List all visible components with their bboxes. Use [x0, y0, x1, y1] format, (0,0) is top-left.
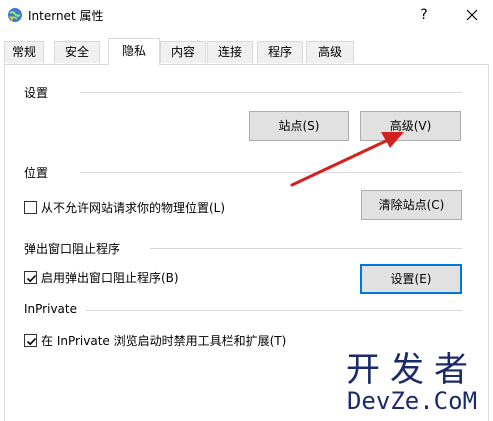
- checkbox-box[interactable]: [24, 334, 37, 347]
- settings-divider: [80, 92, 462, 93]
- location-section-label: 位置: [24, 166, 49, 180]
- watermark: 开发者 DevZe.CoM: [332, 352, 492, 414]
- tab-privacy[interactable]: 隐私: [108, 38, 160, 65]
- tab-connections[interactable]: 连接: [207, 41, 253, 63]
- internet-globe-icon: [7, 7, 23, 23]
- clear-sites-button[interactable]: 清除站点(C): [361, 190, 462, 220]
- tab-content[interactable]: 内容: [160, 41, 206, 63]
- watermark-line-1: 开发者: [346, 350, 478, 390]
- window-title: Internet 属性: [28, 9, 104, 23]
- inprivate-section-label: InPrivate: [24, 302, 77, 316]
- sites-button[interactable]: 站点(S): [249, 111, 349, 141]
- tab-general[interactable]: 常规: [4, 41, 44, 63]
- tab-security[interactable]: 安全: [54, 41, 100, 63]
- watermark-line-2: DevZe.CoM: [346, 387, 478, 415]
- tab-strip: 常规 安全 隐私 内容 连接 程序 高级: [4, 38, 493, 65]
- title-bar[interactable]: Internet 属性 ?: [0, 0, 493, 30]
- close-button[interactable]: [456, 2, 488, 28]
- popup-blocker-section-label: 弹出窗口阻止程序: [24, 242, 121, 256]
- location-divider: [80, 172, 462, 173]
- tab-advanced[interactable]: 高级: [306, 41, 354, 63]
- disable-toolbars-inprivate-label: 在 InPrivate 浏览启动时禁用工具栏和扩展(T): [41, 334, 287, 348]
- checkbox-box[interactable]: [24, 271, 37, 284]
- enable-popup-blocker-checkbox[interactable]: 启用弹出窗口阻止程序(B): [24, 269, 179, 286]
- popup-blocker-divider: [150, 248, 462, 249]
- checkbox-box[interactable]: [24, 201, 37, 214]
- checkmark-icon: [26, 337, 37, 346]
- never-allow-location-checkbox[interactable]: 从不允许网站请求你的物理位置(L): [24, 199, 225, 216]
- never-allow-location-label: 从不允许网站请求你的物理位置(L): [41, 201, 226, 215]
- inprivate-divider: [86, 310, 462, 311]
- settings-section-label: 设置: [24, 86, 49, 100]
- tab-programs[interactable]: 程序: [257, 41, 303, 63]
- popup-settings-button[interactable]: 设置(E): [360, 264, 462, 294]
- checkmark-icon: [26, 274, 37, 283]
- disable-toolbars-inprivate-checkbox[interactable]: 在 InPrivate 浏览启动时禁用工具栏和扩展(T): [24, 332, 286, 349]
- help-button[interactable]: ?: [410, 2, 438, 28]
- enable-popup-blocker-label: 启用弹出窗口阻止程序(B): [41, 271, 179, 285]
- advanced-button[interactable]: 高级(V): [360, 111, 461, 141]
- close-icon: [466, 9, 478, 21]
